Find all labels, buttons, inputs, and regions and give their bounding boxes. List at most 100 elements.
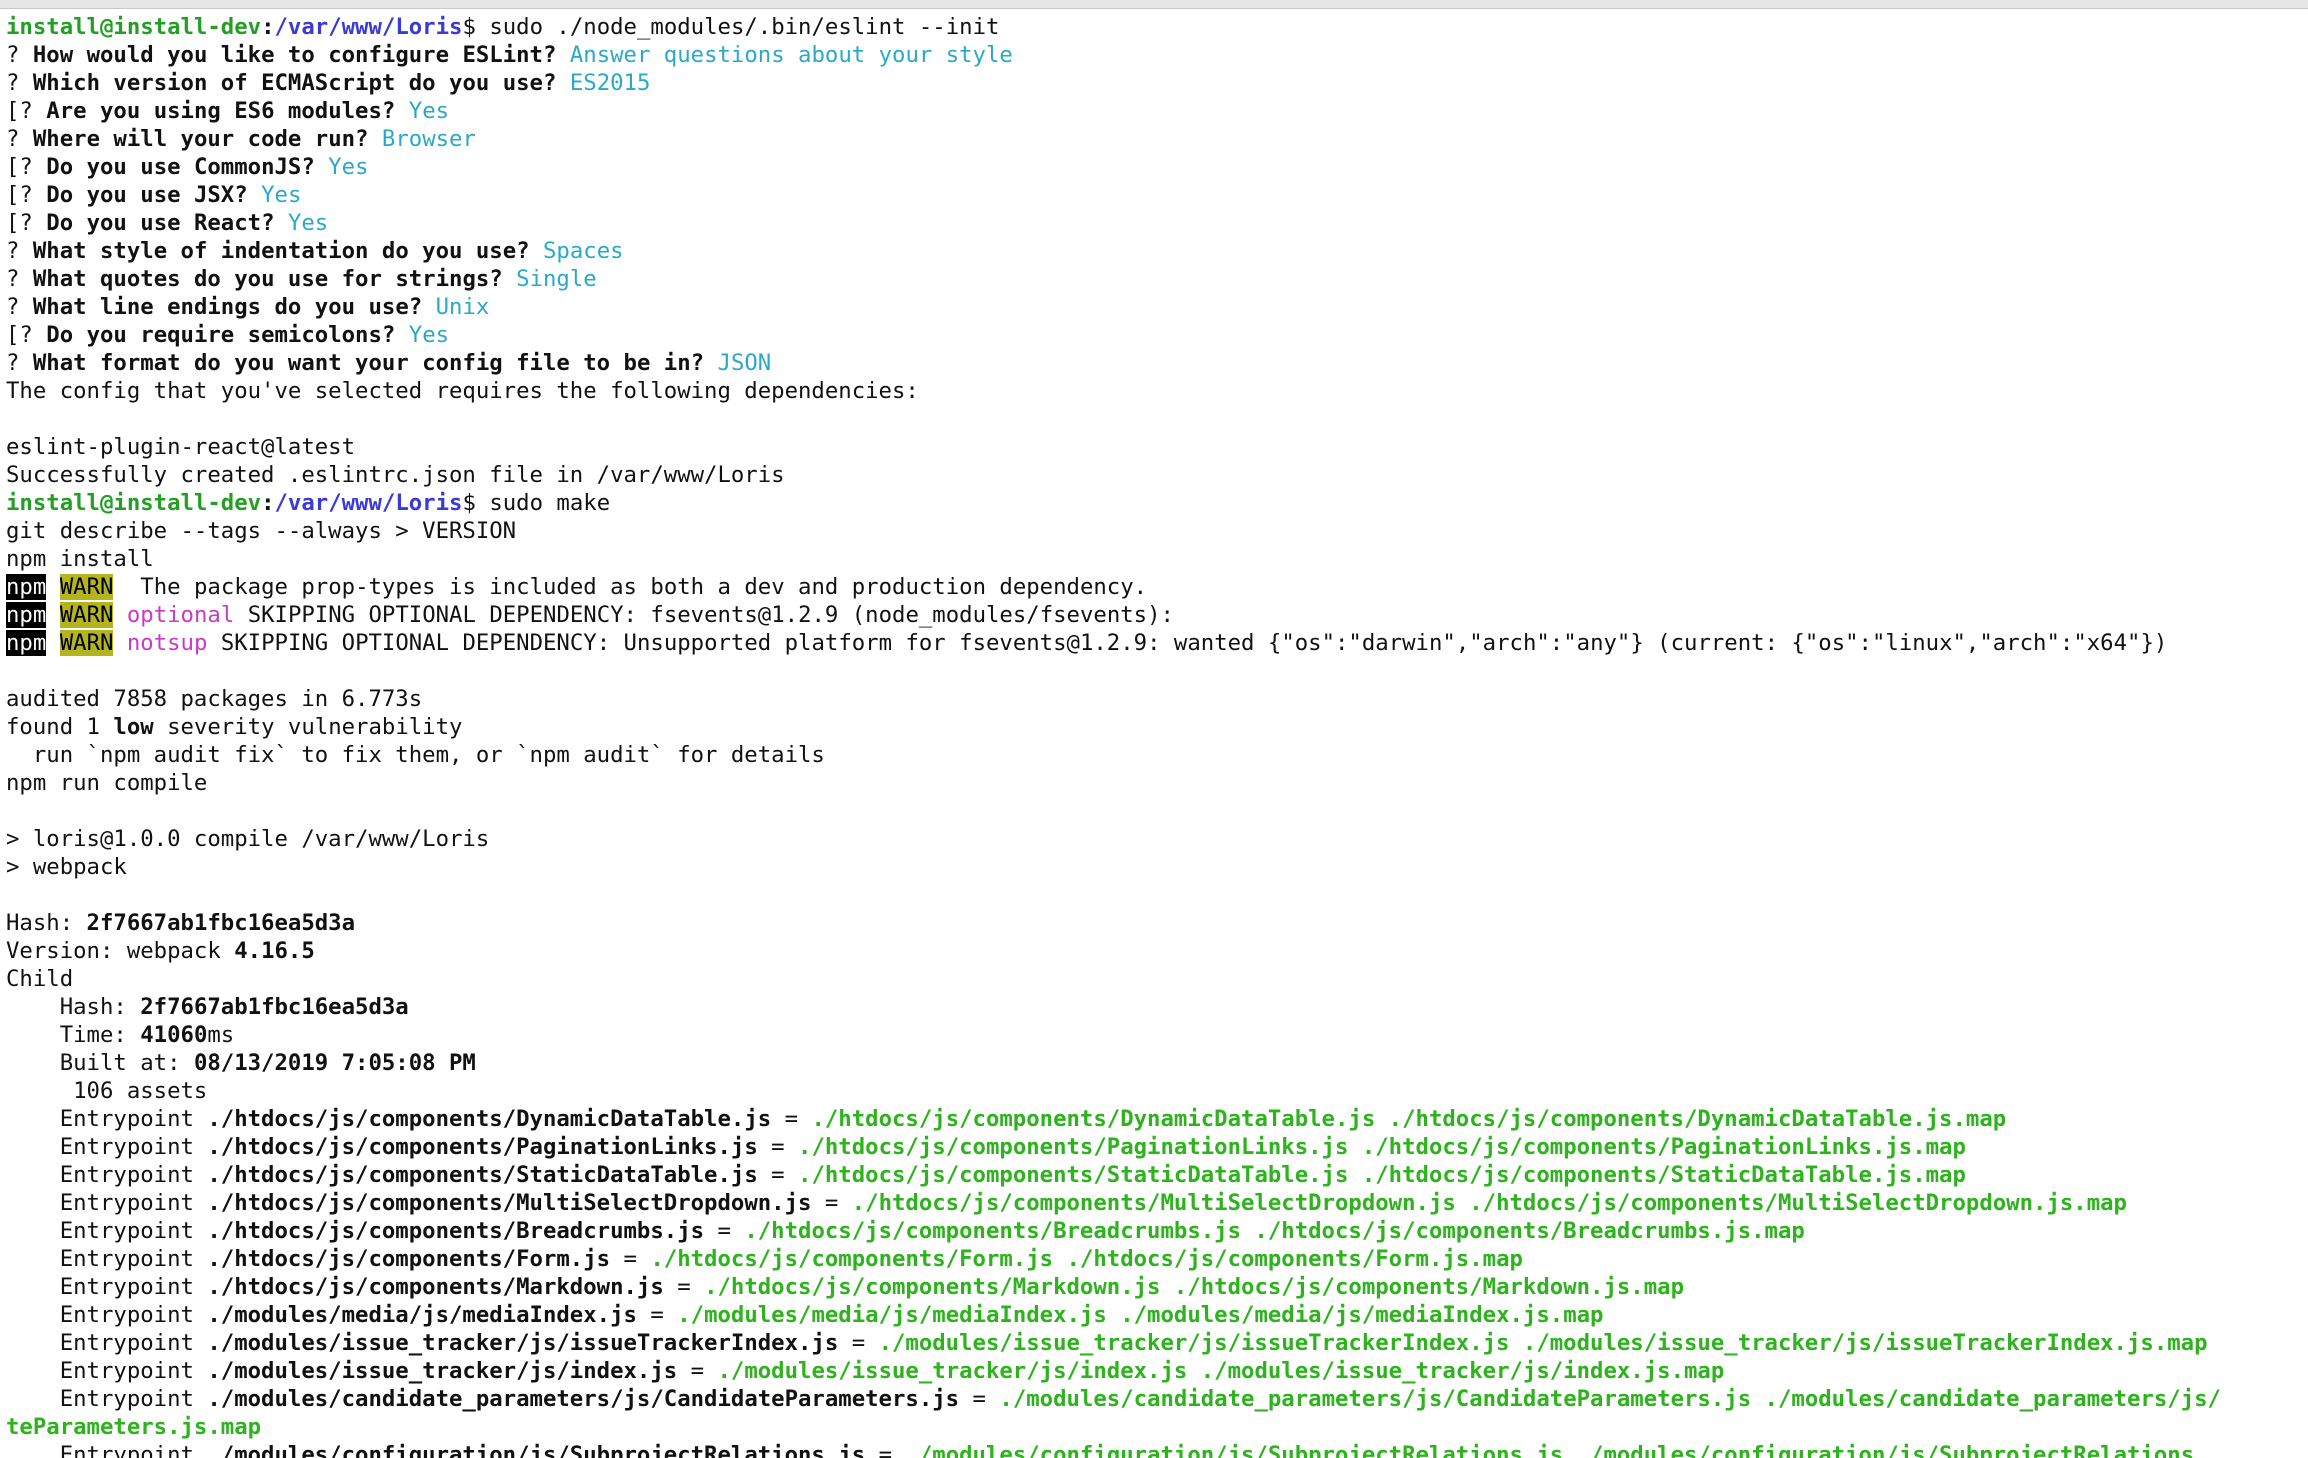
built-value: 08/13/2019 7:05:08 PM (193, 1050, 476, 1076)
entrypoint-separator: = (610, 1246, 651, 1272)
prompt-symbol: $ (462, 14, 476, 40)
question-marker: [? (6, 154, 33, 180)
question-answer: JSON (717, 350, 772, 376)
question-text: What style of indentation do you use? (32, 238, 530, 264)
warn-badge: WARN (59, 602, 114, 628)
hash-value: 2f7667ab1fbc16ea5d3a (140, 994, 409, 1020)
vuln-suffix: severity vulnerability (153, 714, 463, 740)
question-text: What line endings do you use? (32, 294, 423, 320)
entrypoint-label: Entrypoint (6, 1106, 208, 1132)
question-answer: Yes (328, 154, 369, 180)
webpack-hash-line: Hash: 2f7667ab1fbc16ea5d3a (6, 909, 2308, 937)
question-text: Do you use CommonJS? (46, 154, 315, 180)
webpack-version-line: Version: webpack 4.16.5 (6, 937, 2308, 965)
entrypoint-label: Entrypoint (6, 1218, 208, 1244)
entrypoint-files: ./htdocs/js/components/Markdown.js ./htd… (704, 1274, 1685, 1300)
entrypoint-separator: = (838, 1330, 879, 1356)
output-line: npm install (6, 546, 154, 572)
entrypoint-files: ./modules/issue_tracker/js/issueTrackerI… (878, 1330, 2208, 1356)
warn-text: SKIPPING OPTIONAL DEPENDENCY: Unsupporte… (207, 630, 2168, 656)
question-marker: [? (6, 182, 33, 208)
question-answer: Yes (287, 210, 329, 236)
entrypoint-files: ./htdocs/js/components/DynamicDataTable.… (811, 1106, 2007, 1132)
question-marker: [? (6, 210, 33, 236)
entrypoint-name: ./modules/issue_tracker/js/index.js (207, 1358, 678, 1384)
entrypoint-name: ./htdocs/js/components/Breadcrumbs.js (207, 1218, 705, 1244)
entrypoint-label: Entrypoint (6, 1190, 208, 1216)
question-text: Do you require semicolons? (46, 322, 396, 348)
entrypoint-separator: = (757, 1162, 799, 1188)
time-unit: ms (207, 1022, 235, 1048)
question-text: Where will your code run? (32, 126, 369, 152)
entrypoint-name: ./modules/issue_tracker/js/issueTrackerI… (207, 1330, 839, 1356)
entrypoint-line: Entrypoint ./htdocs/js/components/Static… (6, 1161, 2308, 1189)
eslint-question-line: ? How would you like to configure ESLint… (6, 41, 2308, 69)
question-marker: ? (6, 126, 20, 152)
question-marker: ? (6, 266, 20, 292)
entrypoint-name: ./htdocs/js/components/MultiSelectDropdo… (207, 1190, 812, 1216)
child-hash-line: Hash: 2f7667ab1fbc16ea5d3a (6, 993, 2308, 1021)
entrypoint-line: Entrypoint ./modules/issue_tracker/js/in… (6, 1357, 2308, 1385)
time-label: Time: (6, 1022, 141, 1048)
output-line: Child (6, 966, 74, 992)
question-text: What format do you want your config file… (32, 350, 705, 376)
entrypoint-line: Entrypoint ./htdocs/js/components/Breadc… (6, 1217, 2308, 1245)
entrypoint-label: Entrypoint (6, 1442, 208, 1458)
question-marker: [? (6, 98, 33, 124)
eslint-question-line: [? Are you using ES6 modules? Yes (6, 97, 2308, 125)
question-answer: Browser (381, 126, 476, 152)
eslint-question-line: ? What line endings do you use? Unix (6, 293, 2308, 321)
entrypoint-label: Entrypoint (6, 1246, 208, 1272)
question-answer: Spaces (543, 238, 624, 264)
entrypoint-separator: = (677, 1358, 718, 1384)
entrypoint-line: Entrypoint ./htdocs/js/components/Pagina… (6, 1133, 2308, 1161)
entrypoint-line: Entrypoint ./htdocs/js/components/Dynami… (6, 1105, 2308, 1133)
question-text: Do you use JSX? (46, 182, 248, 208)
time-value: 41060 (140, 1022, 208, 1048)
version-value: 4.16.5 (234, 938, 315, 964)
npm-badge: npm (6, 630, 47, 656)
output-line: 106 assets (6, 1078, 208, 1104)
output-line: run `npm audit fix` to fix them, or `npm… (6, 742, 825, 768)
entrypoint-label: Entrypoint (6, 1134, 208, 1160)
question-text: Which version of ECMAScript do you use? (32, 70, 557, 96)
eslint-question-line: ? Which version of ECMAScript do you use… (6, 69, 2308, 97)
question-answer: Yes (261, 182, 302, 208)
prompt-user-host: install@install-dev (6, 490, 262, 516)
entrypoint-name: ./modules/media/js/mediaIndex.js (207, 1302, 637, 1328)
entrypoint-label: Entrypoint (6, 1302, 208, 1328)
version-label: Version: webpack (6, 938, 235, 964)
entrypoint-files-wrap: teParameters.js.map (6, 1414, 262, 1440)
eslint-question-line: ? Where will your code run? Browser (6, 125, 2308, 153)
npm-badge: npm (6, 602, 47, 628)
built-at-line: Built at: 08/13/2019 7:05:08 PM (6, 1049, 2308, 1077)
command-text: sudo ./node_modules/.bin/eslint --init (489, 14, 1000, 40)
warn-tag: optional (126, 602, 235, 628)
terminal-window: install@install-dev:/var/www/Loris$ sudo… (0, 0, 2308, 1458)
terminal-output[interactable]: install@install-dev:/var/www/Loris$ sudo… (6, 13, 2308, 1458)
question-marker: [? (6, 322, 33, 348)
question-text: Are you using ES6 modules? (46, 98, 396, 124)
entrypoint-files: ./modules/issue_tracker/js/index.js ./mo… (717, 1358, 1725, 1384)
command-text: sudo make (489, 490, 611, 516)
eslint-question-line: ? What format do you want your config fi… (6, 349, 2308, 377)
entrypoint-files: ./modules/candidate_parameters/js/Candid… (999, 1386, 2221, 1412)
output-line: The config that you've selected requires… (6, 378, 919, 404)
window-title-bar[interactable] (0, 0, 2308, 9)
entrypoint-label: Entrypoint (6, 1162, 208, 1188)
output-line: git describe --tags --always > VERSION (6, 518, 517, 544)
eslint-question-line: [? Do you require semicolons? Yes (6, 321, 2308, 349)
question-text: What quotes do you use for strings? (32, 266, 503, 292)
entrypoint-line: Entrypoint ./modules/configuration/js/Su… (6, 1441, 2308, 1458)
prompt-line: install@install-dev:/var/www/Loris$ sudo… (6, 14, 1000, 40)
entrypoint-files: ./modules/media/js/mediaIndex.js ./modul… (677, 1302, 1604, 1328)
eslint-question-line: ? What style of indentation do you use? … (6, 237, 2308, 265)
hash-value: 2f7667ab1fbc16ea5d3a (86, 910, 356, 936)
question-answer: Yes (408, 322, 450, 348)
question-answer: Yes (408, 98, 450, 124)
entrypoint-line: Entrypoint ./htdocs/js/components/Markdo… (6, 1273, 2308, 1301)
question-text: Do you use React? (46, 210, 275, 236)
